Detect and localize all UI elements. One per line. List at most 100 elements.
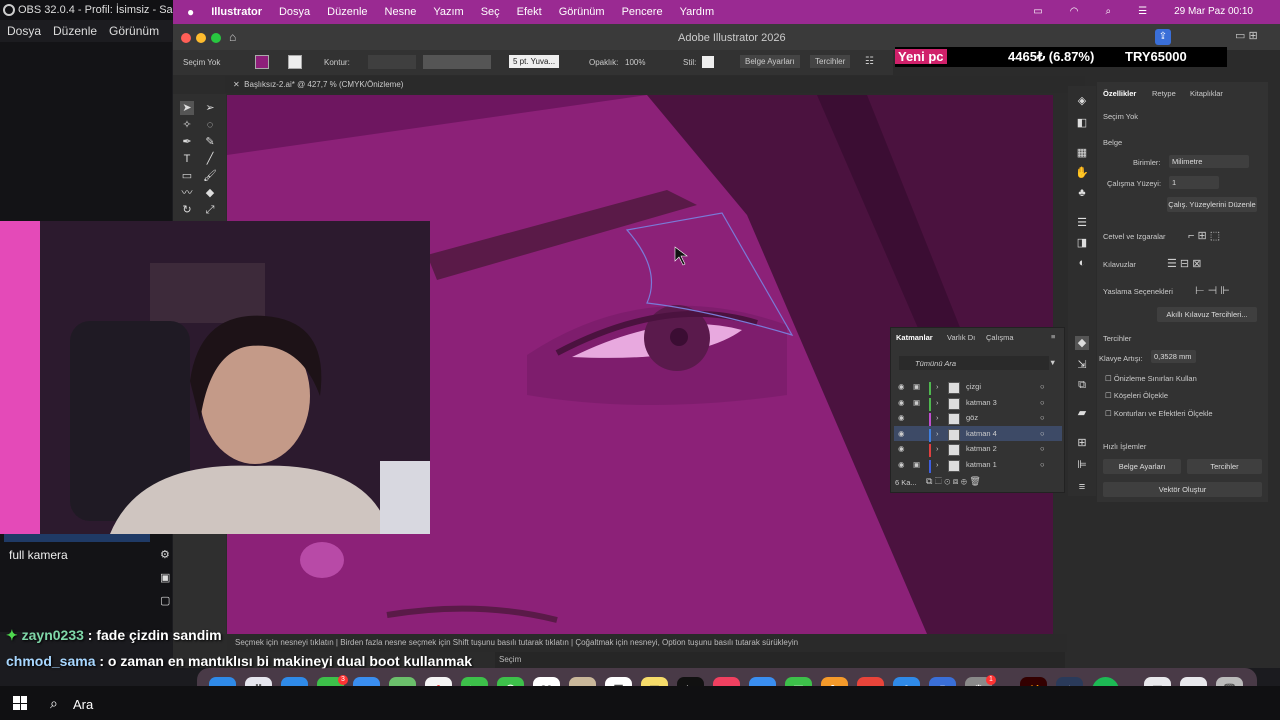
vector-button[interactable]: Vektör Oluştur	[1103, 482, 1262, 497]
checkbox-preview-bounds[interactable]: ☐ Önizleme Sınırları Kullan	[1105, 374, 1197, 383]
gear-icon[interactable]: ⚙	[160, 548, 174, 561]
menu-file[interactable]: Dosya	[279, 6, 310, 18]
export-icon[interactable]: ⇲	[1075, 358, 1089, 372]
target-icon[interactable]: ○	[1040, 429, 1045, 438]
rotate-tool-icon[interactable]: ↻	[180, 203, 194, 217]
close-tab-icon[interactable]: ✕	[233, 80, 240, 89]
pen-tool-icon[interactable]: ✒	[180, 135, 194, 149]
screen-share-icon[interactable]: ▭	[1033, 6, 1042, 17]
units-select[interactable]: Milimetre	[1169, 155, 1249, 168]
shaper-tool-icon[interactable]: 〰	[180, 186, 194, 200]
expand-icon[interactable]: ›	[936, 429, 939, 438]
appearance-icon[interactable]: ◐	[1075, 256, 1089, 270]
keyboard-increment-field[interactable]: 0,3528 mm	[1151, 350, 1196, 363]
scale-tool-icon[interactable]: ⤢	[203, 203, 217, 217]
eye-icon[interactable]: ◉	[898, 413, 905, 422]
libraries-icon[interactable]: ◧	[1075, 116, 1089, 130]
tab-layers[interactable]: Katmanlar	[896, 333, 933, 342]
tab-artboards[interactable]: Çalışma	[986, 333, 1014, 342]
prefs-panel-button[interactable]: Tercihler	[1187, 459, 1262, 474]
obs-menu-more[interactable]: P	[171, 24, 172, 42]
fill-swatch[interactable]	[255, 55, 269, 69]
preferences-button[interactable]: Tercihler	[810, 55, 851, 68]
target-icon[interactable]: ○	[1040, 382, 1045, 391]
obs-menu-file[interactable]: Dosya	[7, 24, 41, 42]
clock[interactable]: 29 Mar Paz 00:10	[1174, 6, 1253, 17]
menu-edit[interactable]: Düzenle	[327, 6, 367, 18]
distribute-icon[interactable]: ≡	[1075, 480, 1089, 494]
checkbox-scale-corners[interactable]: ☐ Köşeleri Ölçekle	[1105, 391, 1168, 400]
layer-row[interactable]: ◉ ▣ › çizgi ○	[894, 379, 1062, 395]
grid-icon[interactable]: ⊞	[1075, 436, 1089, 450]
windows-start-icon[interactable]	[13, 696, 27, 710]
layers-search[interactable]: Tümünü Ara	[899, 356, 1049, 370]
home-icon[interactable]: ⌂	[229, 30, 236, 44]
eye-icon[interactable]: ◉	[898, 460, 905, 469]
layer-row[interactable]: ◉ ▣ › katman 1 ○	[894, 457, 1062, 473]
tab-assets[interactable]: Varlık Dı	[947, 333, 975, 342]
line-tool-icon[interactable]: ╱	[203, 152, 217, 166]
layer-row[interactable]: ◉ › katman 2 ○	[894, 441, 1062, 457]
swatches-icon[interactable]: ▦	[1075, 146, 1089, 160]
layer-row[interactable]: ◉ ▣ › katman 3 ○	[894, 395, 1062, 411]
status-tool[interactable]: Seçim	[499, 655, 521, 664]
menu-help[interactable]: Yardım	[680, 6, 715, 18]
target-icon[interactable]: ○	[1040, 460, 1045, 469]
layers-footer-icons[interactable]: ⧉ ⬚ ⊙ ⧈ ⊕ 🗑	[926, 476, 981, 487]
variable-width-profile[interactable]	[423, 55, 491, 69]
curvature-tool-icon[interactable]: ✎	[203, 135, 217, 149]
menu-object[interactable]: Nesne	[385, 6, 417, 18]
menu-window[interactable]: Pencere	[622, 6, 663, 18]
share-icon[interactable]: ⇪	[1155, 29, 1171, 45]
style-swatch[interactable]	[702, 56, 714, 68]
menu-select[interactable]: Seç	[481, 6, 500, 18]
lasso-tool-icon[interactable]: ◌	[203, 118, 217, 132]
artboard-select[interactable]: 1	[1169, 176, 1219, 189]
lock-icon[interactable]: ▣	[913, 398, 920, 407]
document-settings-button[interactable]: Belge Ayarları	[740, 55, 800, 68]
target-icon[interactable]: ○	[1040, 413, 1045, 422]
menu-app[interactable]: Illustrator	[211, 6, 262, 18]
comments-icon[interactable]: ▰	[1075, 406, 1089, 420]
menu-effect[interactable]: Efekt	[517, 6, 542, 18]
guides-icons[interactable]: ☰ ⊟ ⊠	[1167, 257, 1201, 270]
expand-icon[interactable]: ›	[936, 382, 939, 391]
artboards-icon[interactable]: ⧉	[1075, 378, 1089, 392]
expand-icon[interactable]: ›	[936, 460, 939, 469]
target-icon[interactable]: ○	[1040, 398, 1045, 407]
search-icon[interactable]: ⌕	[1105, 6, 1111, 17]
stop-icon[interactable]: ▣	[160, 571, 174, 584]
brushes-icon[interactable]: ✋	[1075, 166, 1089, 180]
selection-tool-icon[interactable]: ➤	[180, 101, 194, 115]
transparency-icon[interactable]: ◨	[1075, 236, 1089, 250]
rectangle-tool-icon[interactable]: ▭	[180, 169, 194, 183]
smart-guides-button[interactable]: Akıllı Kılavuz Tercihleri...	[1157, 307, 1257, 322]
type-tool-icon[interactable]: T	[180, 152, 194, 166]
eraser-tool-icon[interactable]: ◆	[203, 186, 217, 200]
control-center-icon[interactable]: ☰	[1138, 6, 1147, 17]
expand-icon[interactable]: ›	[936, 413, 939, 422]
paintbrush-tool-icon[interactable]: 🖌	[203, 169, 217, 183]
eye-icon[interactable]: ◉	[898, 429, 905, 438]
lock-icon[interactable]: ▣	[913, 382, 920, 391]
close-button[interactable]	[181, 33, 191, 43]
eye-icon[interactable]: ◉	[898, 398, 905, 407]
window-controls-icon[interactable]: ▭ ⊞	[1235, 29, 1258, 42]
tab-retype[interactable]: Retype	[1152, 89, 1176, 98]
stroke-width-field[interactable]	[368, 55, 416, 69]
panel-menu-icon[interactable]: ≡	[1051, 332, 1055, 341]
align-panel-icon[interactable]: ☰	[1075, 216, 1089, 230]
eye-icon[interactable]: ◉	[898, 444, 905, 453]
obs-menu-edit[interactable]: Düzenle	[53, 24, 97, 42]
tab-libraries[interactable]: Kitaplıklar	[1190, 89, 1223, 98]
taskbar-search-label[interactable]: Ara	[73, 697, 93, 712]
layers-panel-icon[interactable]: ◆	[1075, 336, 1089, 350]
lock-icon[interactable]: ▣	[913, 460, 920, 469]
square-icon[interactable]: ▢	[160, 594, 174, 607]
doc-settings-button[interactable]: Belge Ayarları	[1103, 459, 1181, 474]
document-tab[interactable]: ✕ Başlıksız-2.ai* @ 427,7 % (CMYK/Önizle…	[225, 76, 1085, 93]
layer-row[interactable]: ◉ › katman 4 ○	[894, 425, 1062, 442]
direct-selection-tool-icon[interactable]: ➢	[203, 101, 217, 115]
apple-icon[interactable]: ●	[187, 5, 194, 19]
checkbox-scale-strokes[interactable]: ☐ Konturları ve Efektleri Ölçekle	[1105, 409, 1213, 418]
